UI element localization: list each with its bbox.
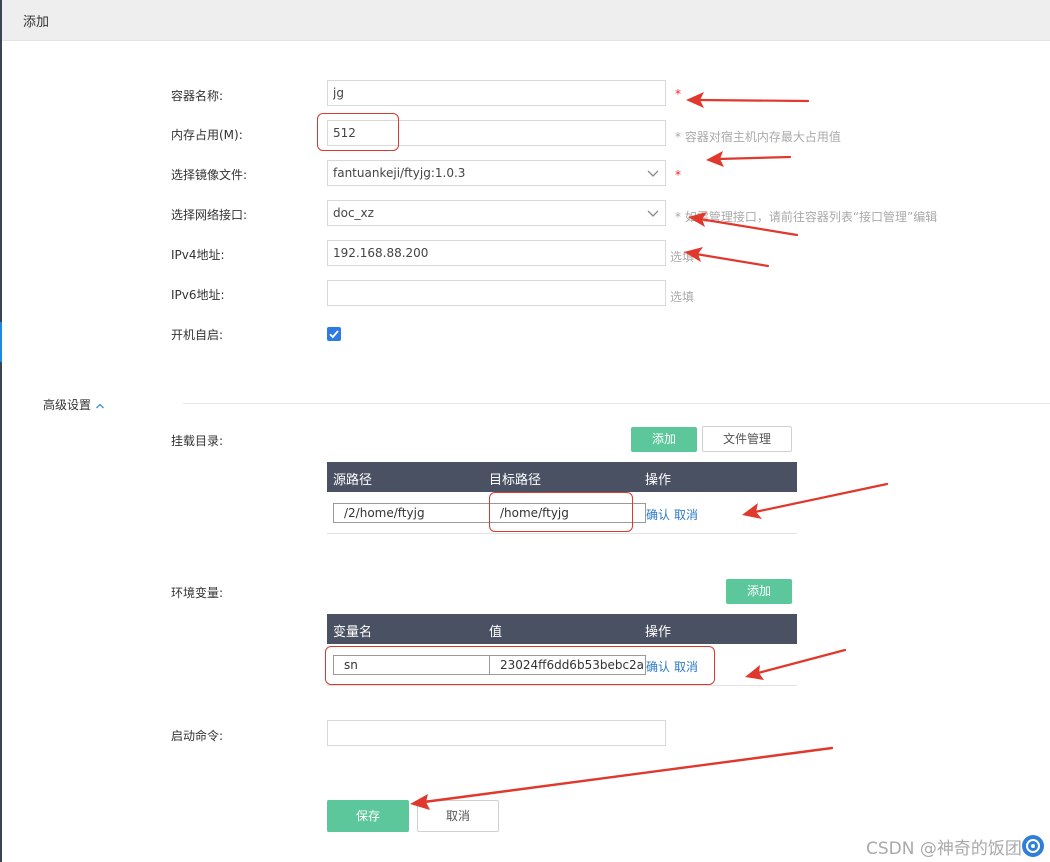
annotation-arrows — [410, 92, 889, 810]
watermark-text: CSDN @神奇的饭团 — [866, 839, 1022, 859]
arrow-icon — [742, 482, 889, 519]
arrow-icon — [688, 212, 799, 237]
arrow-icon — [410, 746, 834, 810]
watermark-badge-icon — [1022, 835, 1044, 857]
arrow-icon — [706, 151, 792, 167]
arrow-icon — [684, 247, 770, 268]
arrow-icon — [745, 648, 847, 680]
arrow-icon — [686, 92, 810, 108]
